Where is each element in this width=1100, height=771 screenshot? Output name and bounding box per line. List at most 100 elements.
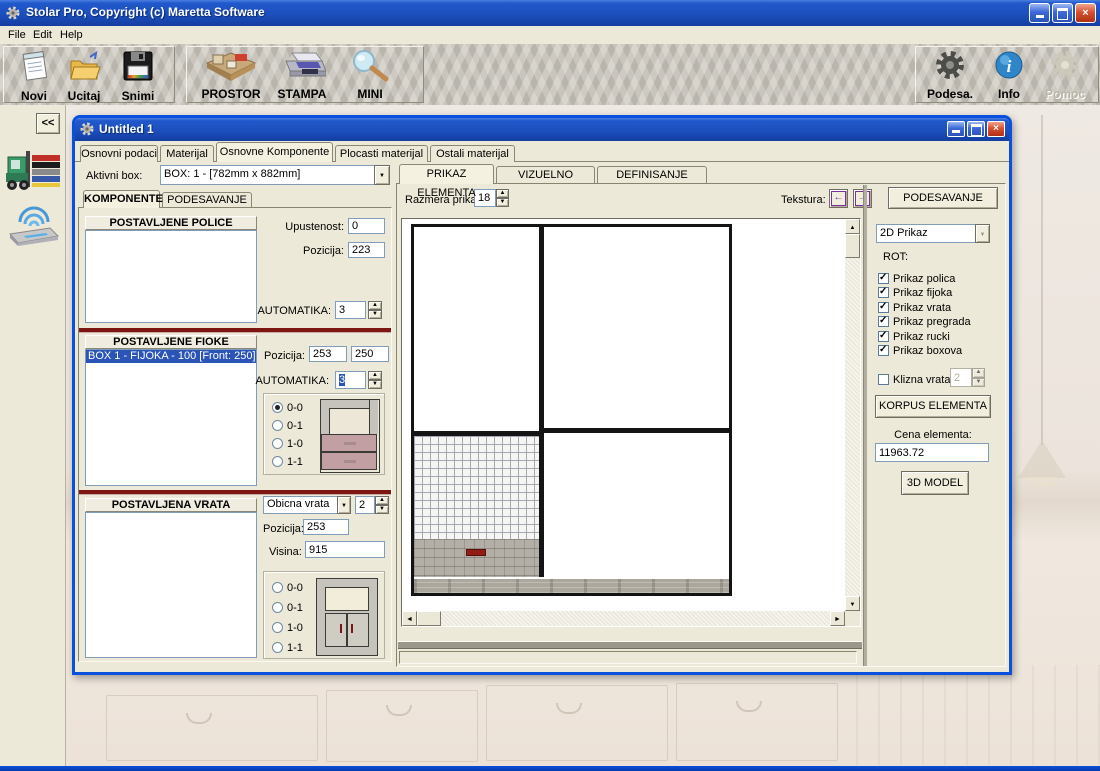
checkbox-icon: [878, 345, 889, 356]
podesa-button[interactable]: Podesa.: [920, 48, 980, 101]
minimize-button[interactable]: [1029, 3, 1050, 23]
vrata-type-combo[interactable]: Obicna vrata: [263, 496, 351, 514]
info-button[interactable]: i Info: [984, 48, 1034, 101]
mini-button[interactable]: MINI: [335, 48, 405, 101]
spin-up-icon[interactable]: [368, 371, 382, 380]
ucitaj-button[interactable]: Ucitaj: [60, 48, 108, 103]
fioke-listbox[interactable]: BOX 1 - FIJOKA - 100 [Front: 250]: [85, 349, 257, 486]
fioke-radio-1-1[interactable]: 1-1: [272, 455, 303, 468]
podesavanje-button[interactable]: PODESAVANJE: [888, 187, 998, 209]
scroll-right-icon[interactable]: [830, 611, 845, 626]
tab-prikaz-elementa[interactable]: PRIKAZ ELEMENTA: [399, 164, 494, 184]
forklift-icon[interactable]: [4, 143, 62, 198]
vrata-radio-0-1[interactable]: 0-1: [272, 601, 303, 614]
checkbox-prikaz-polica[interactable]: Prikaz polica: [878, 272, 955, 285]
fioke-pozicija-b-field[interactable]: 250: [351, 346, 389, 362]
tab-vizuelno-kreiranje[interactable]: VIZUELNO KREIRANJE: [496, 166, 595, 184]
spin-down-icon[interactable]: [375, 505, 389, 514]
fioke-automatika-field[interactable]: 3: [335, 371, 366, 389]
menu-file[interactable]: File: [8, 29, 26, 41]
fioke-automatika-spinner[interactable]: [368, 371, 382, 389]
vrata-radio-1-0[interactable]: 1-0: [272, 621, 303, 634]
razmera-spinner[interactable]: [496, 189, 509, 207]
prostor-button[interactable]: PROSTOR: [193, 48, 269, 101]
spin-down-icon[interactable]: [496, 198, 509, 207]
cena-elementa-field[interactable]: 11963.72: [875, 443, 989, 462]
canvas-vscrollbar[interactable]: [845, 219, 860, 611]
korpus-elementa-button[interactable]: KORPUS ELEMENTA: [875, 395, 991, 418]
vrata-pozicija-field[interactable]: 253: [303, 519, 349, 535]
upustenost-field[interactable]: 0: [348, 218, 385, 234]
scroll-down-icon[interactable]: [845, 596, 860, 611]
drawing-canvas[interactable]: [401, 218, 861, 627]
police-listbox[interactable]: [85, 230, 257, 323]
spin-down-icon[interactable]: [368, 310, 382, 319]
novi-button[interactable]: Novi: [10, 48, 58, 103]
doc-minimize-button[interactable]: [947, 121, 965, 137]
aktivni-box-combo[interactable]: BOX: 1 - [782mm x 882mm]: [160, 165, 390, 185]
checkbox-prikaz-vrata[interactable]: Prikaz vrata: [878, 301, 951, 314]
stampa-button[interactable]: STAMPA: [271, 48, 333, 101]
maximize-button[interactable]: [1052, 3, 1073, 23]
new-document-icon: [10, 49, 58, 88]
view-mode-combo[interactable]: 2D Prikaz: [876, 224, 990, 243]
checkbox-prikaz-boxova[interactable]: Prikaz boxova: [878, 344, 962, 357]
police-automatika-field[interactable]: 3: [335, 301, 366, 319]
model-3d-button[interactable]: 3D MODEL: [901, 471, 969, 495]
open-folder-icon: [60, 49, 108, 88]
razmera-field[interactable]: 18: [474, 189, 496, 207]
gear-icon: [920, 49, 980, 86]
sidebar-collapse-button[interactable]: <<: [36, 113, 60, 134]
tekstura-prev-button[interactable]: ←: [829, 189, 848, 208]
doc-maximize-button[interactable]: [967, 121, 985, 137]
snimi-button[interactable]: Snimi: [112, 48, 164, 103]
combo-arrow-icon[interactable]: [374, 165, 390, 185]
drawer-grid-texture: [414, 436, 539, 539]
scroll-left-icon[interactable]: [402, 611, 417, 626]
tab-osnovni-podaci[interactable]: Osnovni podaci: [80, 145, 158, 162]
tab-plocasti-materijal[interactable]: Plocasti materijal: [335, 145, 428, 162]
tab-ostali-materijal[interactable]: Ostali materijal: [430, 145, 515, 162]
police-automatika-spinner[interactable]: [368, 301, 382, 319]
checkbox-prikaz-fijoka[interactable]: Prikaz fijoka: [878, 286, 952, 299]
visina-field[interactable]: 915: [305, 541, 385, 558]
fioke-radio-1-0[interactable]: 1-0: [272, 437, 303, 450]
tab-osnovne-komponente[interactable]: Osnovne Komponente: [216, 142, 333, 162]
fioke-radio-0-0[interactable]: 0-0: [272, 401, 303, 414]
vrata-listbox[interactable]: [85, 512, 257, 658]
close-icon: ×: [1082, 7, 1088, 19]
tab-materijal[interactable]: Materijal: [160, 145, 214, 162]
tab-podesavanje[interactable]: PODESAVANJE: [162, 192, 252, 208]
splitter-bar[interactable]: [398, 641, 862, 649]
fioke-radio-0-1[interactable]: 0-1: [272, 419, 303, 432]
close-button[interactable]: ×: [1075, 3, 1096, 23]
checkbox-prikaz-rucki[interactable]: Prikaz rucki: [878, 330, 950, 343]
canvas-hscrollbar[interactable]: [402, 611, 845, 626]
vrata-count-spinner[interactable]: [375, 496, 389, 514]
scroll-up-icon[interactable]: [845, 219, 860, 234]
tab-definisanje-pregrada[interactable]: DEFINISANJE PREGRADA: [597, 166, 707, 184]
spin-down-icon[interactable]: [368, 380, 382, 389]
fioke-pozicija-a-field[interactable]: 253: [309, 346, 347, 362]
app-icon: [5, 5, 21, 24]
checkbox-prikaz-pregrada[interactable]: Prikaz pregrada: [878, 315, 971, 328]
vrata-radio-1-1[interactable]: 1-1: [272, 641, 303, 654]
vrata-count-field[interactable]: 2: [355, 496, 375, 514]
spin-up-icon[interactable]: [368, 301, 382, 310]
spin-up-icon[interactable]: [375, 496, 389, 505]
checkbox-klizna-vrata[interactable]: Klizna vrata: [878, 373, 950, 386]
spin-up-icon[interactable]: [496, 189, 509, 198]
police-pozicija-field[interactable]: 223: [348, 242, 385, 258]
vrata-radio-0-0[interactable]: 0-0: [272, 581, 303, 594]
hscroll-thumb[interactable]: [417, 611, 441, 626]
combo-arrow-icon[interactable]: [337, 496, 351, 514]
cabinet-drawing: [411, 224, 732, 596]
separator: [79, 328, 391, 332]
tab-komponente[interactable]: KOMPONENTE: [83, 190, 160, 208]
menu-help[interactable]: Help: [60, 29, 83, 41]
scanner-icon[interactable]: [6, 200, 60, 249]
checkbox-icon: [878, 374, 889, 385]
menu-edit[interactable]: Edit: [33, 29, 52, 41]
vscroll-thumb[interactable]: [845, 234, 860, 258]
doc-close-button[interactable]: ×: [987, 121, 1005, 137]
